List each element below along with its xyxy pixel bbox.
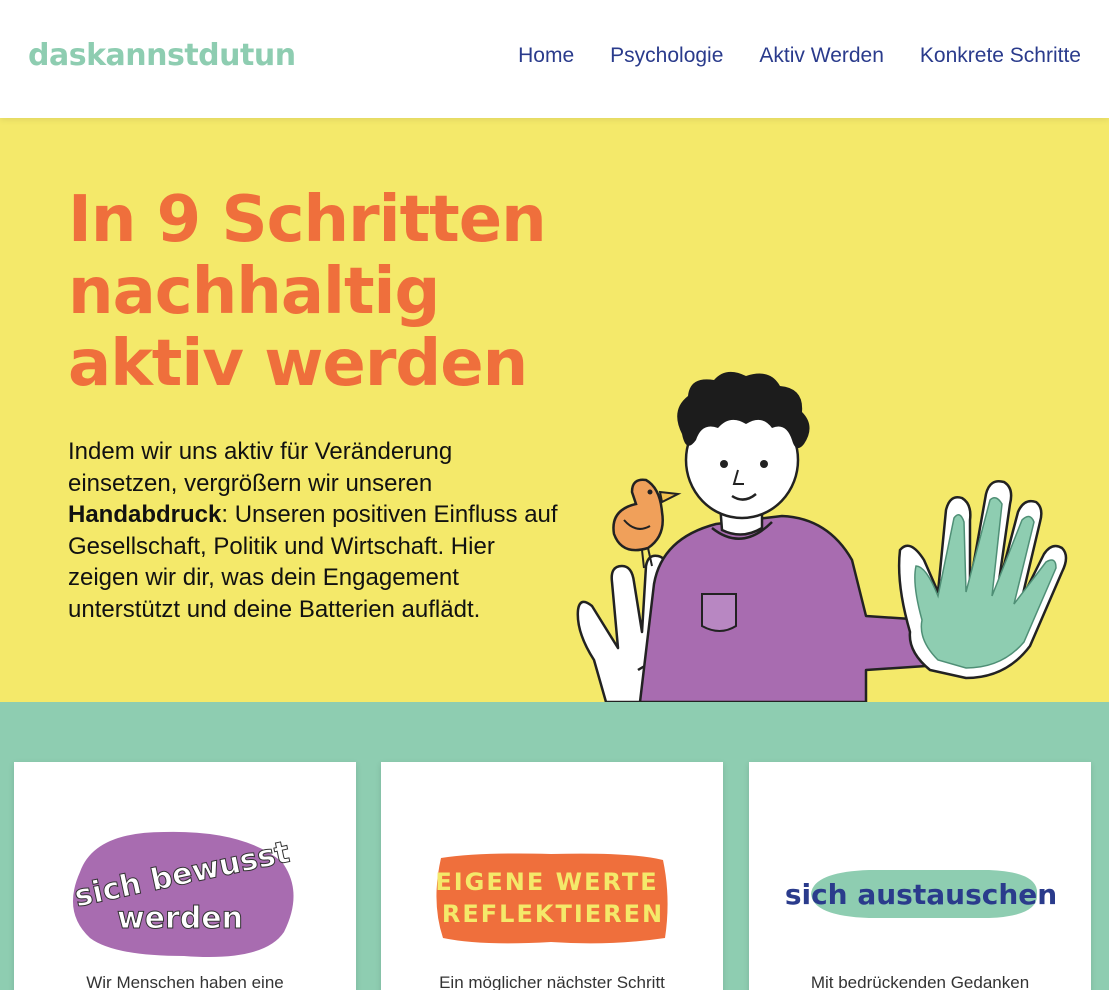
step-card-text: Ein möglicher nächster Schritt — [439, 973, 665, 990]
step-card-text: Wir Menschen haben eine — [86, 973, 284, 990]
hero-intro-text: Indem wir uns aktiv für Veränderung eins… — [68, 438, 453, 497]
step-badge: sich austauschen — [785, 870, 1057, 918]
hero-intro-highlight: Handabdruck — [68, 501, 222, 528]
nav-aktiv-werden[interactable]: Aktiv Werden — [759, 44, 884, 68]
badge-text: EIGENE WERTE — [435, 868, 658, 896]
step-badge: sich bewusst werden — [71, 831, 294, 957]
badge-text: REFLEKTIEREN — [442, 900, 664, 928]
nav-konkrete-schritte[interactable]: Konkrete Schritte — [920, 44, 1081, 68]
person-illustration-icon — [576, 371, 1068, 702]
steps-section: sich bewusst werden Wir Menschen haben e… — [0, 702, 1109, 990]
hero-intro: Indem wir uns aktiv für Veränderung eins… — [68, 436, 568, 625]
step-card[interactable]: sich austauschen Mit bedrückenden Gedank… — [749, 762, 1091, 990]
step-card-text: Mit bedrückenden Gedanken — [810, 973, 1030, 990]
site-header: daskannstdutun Home Psychologie Aktiv We… — [0, 0, 1109, 118]
hero-section: In 9 Schritten nachhaltig aktiv werden I… — [0, 118, 1109, 702]
badge-text: sich austauschen — [785, 878, 1057, 911]
step-badge: EIGENE WERTE REFLEKTIEREN — [435, 853, 668, 944]
main-nav: Home Psychologie Aktiv Werden Konkrete S… — [518, 44, 1081, 68]
nav-home[interactable]: Home — [518, 44, 574, 68]
hero-title-line: aktiv werden — [68, 327, 528, 401]
step-card[interactable]: sich bewusst werden Wir Menschen haben e… — [14, 762, 356, 990]
nav-psychologie[interactable]: Psychologie — [610, 44, 723, 68]
hero-title-line: In 9 Schritten — [68, 183, 547, 257]
hero-title: In 9 Schritten nachhaltig aktiv werden — [68, 184, 628, 400]
site-logo[interactable]: daskannstdutun — [28, 38, 296, 73]
handprint-icon — [897, 480, 1068, 680]
step-card[interactable]: EIGENE WERTE REFLEKTIEREN Ein möglicher … — [381, 762, 723, 990]
hero-title-line: nachhaltig — [68, 255, 440, 329]
sweater — [638, 514, 944, 702]
badge-text: werden — [117, 901, 243, 936]
